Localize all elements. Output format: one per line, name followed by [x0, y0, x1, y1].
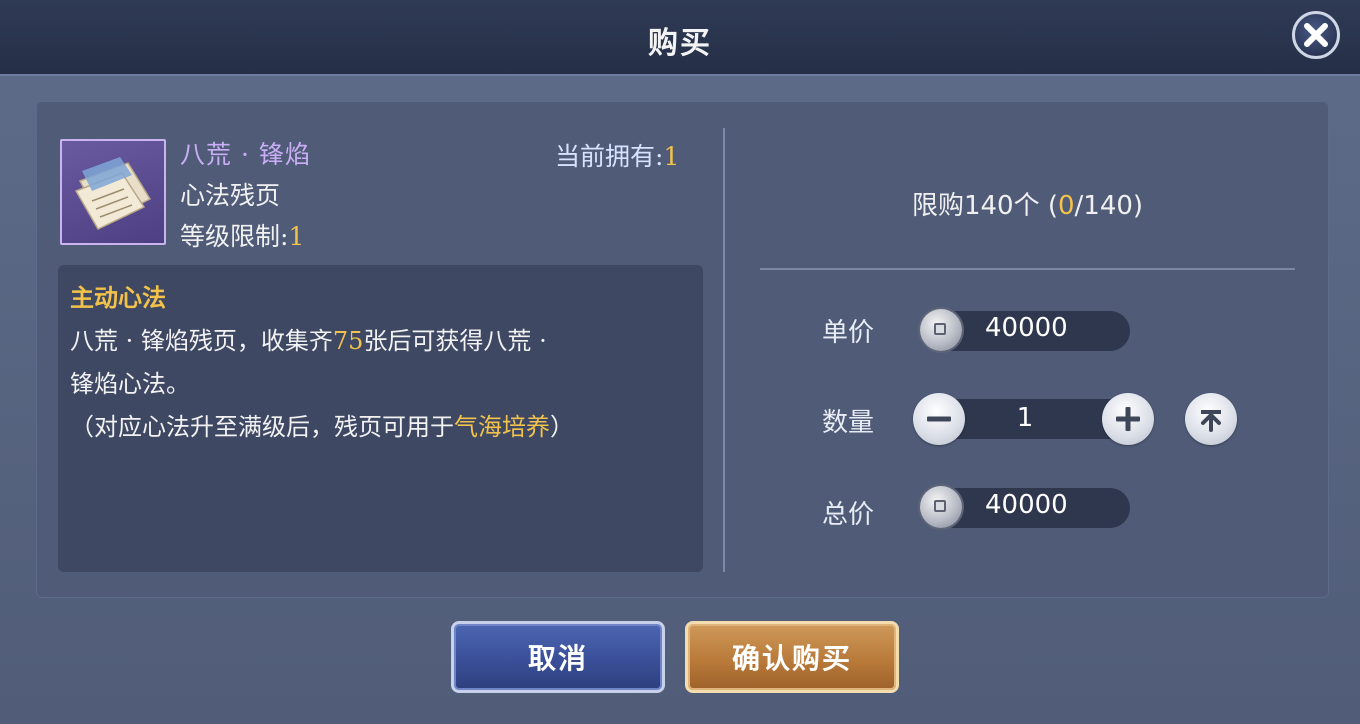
level-value: 1: [288, 222, 305, 251]
plus-icon: [1116, 407, 1140, 431]
limit-text: 限购140个 (: [911, 191, 1058, 221]
quantity-value: 1: [1016, 403, 1034, 433]
total-price-value: 40000: [985, 490, 1068, 520]
limit-current: 0: [1057, 191, 1075, 221]
item-icon-frame[interactable]: [60, 139, 166, 245]
max-arrow-icon: [1201, 410, 1221, 432]
desc-highlight-link: 气海培养: [454, 413, 550, 441]
purchase-dialog: 购买 八荒 · 锋焰 心法残页 等级限制:1 当前拥有:1 主动心法 八荒 · …: [0, 0, 1360, 724]
description-line-2: 锋焰心法。: [70, 370, 190, 398]
horizontal-divider: [760, 268, 1295, 270]
minus-icon: [927, 416, 951, 422]
scroll-pages-icon: [74, 157, 152, 230]
desc-text: 张后可获得八荒 ·: [363, 327, 547, 355]
title-bar: 购买: [0, 0, 1360, 76]
description-title: 主动心法: [70, 283, 166, 312]
desc-highlight-number: 75: [332, 327, 364, 355]
description-line-3: （对应心法升至满级后，残页可用于气海培养）: [70, 407, 574, 442]
close-icon: [1304, 23, 1328, 47]
owned-label: 当前拥有:: [555, 142, 664, 171]
confirm-purchase-button[interactable]: 确认购买: [685, 621, 899, 693]
item-level-limit: 等级限制:1: [180, 217, 304, 253]
unit-price-value: 40000: [985, 313, 1068, 343]
increase-button[interactable]: [1102, 393, 1154, 445]
dialog-title: 购买: [648, 26, 712, 61]
desc-text: 八荒 · 锋焰残页，收集齐: [70, 327, 333, 355]
item-type: 心法残页: [180, 181, 281, 210]
limit-text: /140): [1074, 191, 1144, 221]
owned-value: 1: [663, 142, 680, 171]
owned-count: 当前拥有:1: [555, 137, 679, 173]
max-quantity-button[interactable]: [1185, 393, 1237, 445]
level-label: 等级限制:: [180, 222, 289, 251]
total-price-label: 总价: [822, 500, 875, 530]
purchase-limit: 限购140个 (0/140): [760, 185, 1295, 222]
coin-icon: [920, 309, 962, 351]
desc-text: （对应心法升至满级后，残页可用于: [70, 413, 454, 441]
unit-price-label: 单价: [822, 318, 875, 348]
vertical-divider: [723, 128, 725, 572]
quantity-label: 数量: [822, 408, 875, 438]
decrease-button[interactable]: [913, 393, 965, 445]
cancel-button[interactable]: 取消: [451, 621, 665, 693]
desc-text: ）: [550, 413, 574, 441]
item-name: 八荒 · 锋焰: [180, 140, 311, 169]
coin-icon: [920, 486, 962, 528]
close-button[interactable]: [1292, 11, 1340, 59]
description-line-1: 八荒 · 锋焰残页，收集齐75张后可获得八荒 ·: [70, 321, 547, 356]
